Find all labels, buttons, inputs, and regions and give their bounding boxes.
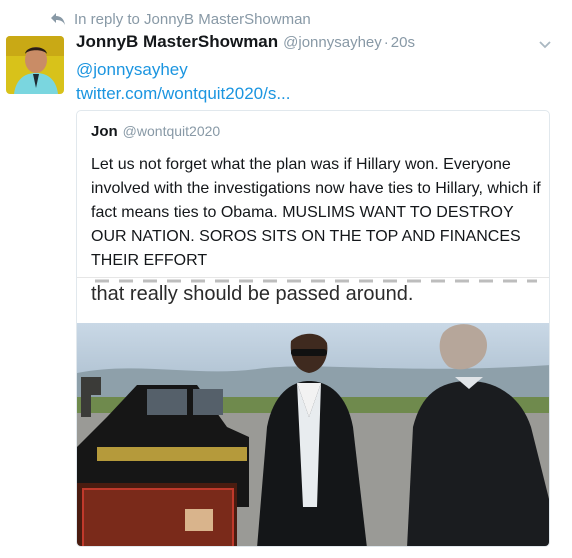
url-link[interactable]: twitter.com/wontquit2020/s...	[76, 82, 291, 106]
reply-arrow-icon	[50, 11, 66, 27]
timestamp[interactable]: 20s	[391, 34, 415, 51]
tweet-header: JonnyB MasterShowman @jonnysayhey · 20s	[76, 32, 415, 54]
avatar[interactable]	[6, 36, 64, 94]
reply-context-text: In reply to JonnyB MasterShowman	[74, 10, 311, 28]
quote-text: Let us not forget what the plan was if H…	[91, 156, 541, 269]
reply-context[interactable]: In reply to JonnyB MasterShowman	[50, 9, 311, 29]
separator-dot: ·	[383, 34, 389, 51]
chevron-down-icon[interactable]	[538, 38, 552, 52]
tweet-text: @jonnysayhey twitter.com/wontquit2020/s.…	[76, 58, 291, 106]
quote-display-name: Jon	[91, 123, 118, 140]
handle[interactable]: @jonnysayhey	[283, 34, 382, 51]
quote-handle: @wontquit2020	[122, 123, 221, 139]
display-name[interactable]: JonnyB MasterShowman	[76, 32, 278, 52]
quote-header: Jon @wontquit2020	[91, 123, 220, 140]
mention-link[interactable]: @jonnysayhey	[76, 58, 291, 82]
quoted-tweet[interactable]: Jon @wontquit2020 Let us not forget what…	[76, 110, 550, 547]
quote-media[interactable]: that really should be passed around.	[77, 277, 549, 546]
media-caption: that really should be passed around.	[91, 283, 414, 305]
